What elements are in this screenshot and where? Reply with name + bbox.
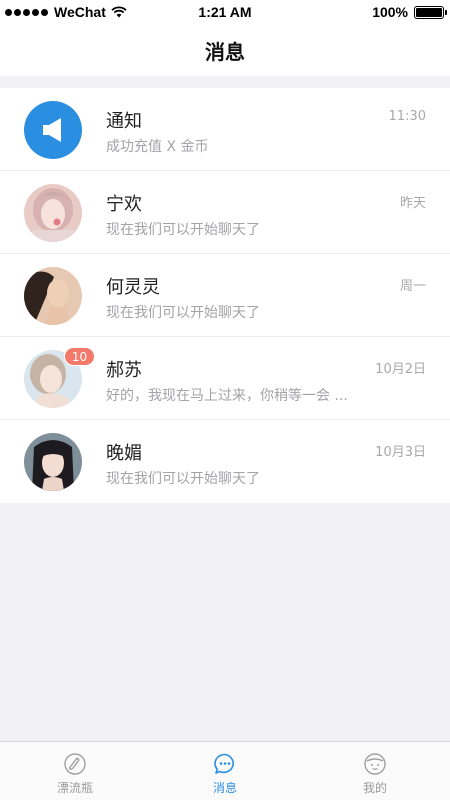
nav-bar: 消息 bbox=[0, 24, 450, 76]
profile-face-icon bbox=[364, 753, 386, 775]
tab-label: 我的 bbox=[362, 781, 387, 795]
conversation-row[interactable]: 何灵灵 现在我们可以开始聊天了 周一 bbox=[0, 254, 450, 337]
conversation-name: 晚媚 bbox=[106, 443, 142, 464]
tab-label: 漂流瓶 bbox=[56, 781, 93, 795]
tab-drift-bottle[interactable]: 漂流瓶 bbox=[0, 742, 150, 800]
conversation-preview: 现在我们可以开始聊天了 bbox=[106, 471, 260, 487]
chat-bubble-icon bbox=[214, 753, 234, 774]
conversation-time: 10月3日 bbox=[375, 445, 426, 460]
avatar bbox=[24, 267, 82, 325]
page-title: 消息 bbox=[205, 39, 245, 64]
conversation-time: 昨天 bbox=[399, 196, 426, 211]
tab-me[interactable]: 我的 bbox=[300, 742, 450, 800]
conversation-name: 郝苏 bbox=[106, 360, 142, 381]
battery-percent: 100% bbox=[372, 4, 408, 20]
bottle-icon bbox=[64, 753, 86, 775]
avatar bbox=[24, 433, 82, 491]
conversation-preview: 现在我们可以开始聊天了 bbox=[106, 222, 260, 238]
conversation-row[interactable]: 宁欢 现在我们可以开始聊天了 昨天 bbox=[0, 171, 450, 254]
conversation-preview: 现在我们可以开始聊天了 bbox=[106, 305, 260, 321]
conversation-time: 周一 bbox=[399, 279, 426, 294]
conversation-row[interactable]: 晚媚 现在我们可以开始聊天了 10月3日 bbox=[0, 420, 450, 503]
status-right: 100% bbox=[372, 4, 447, 20]
conversation-row-notice[interactable]: 通知 成功充值 X 金币 11:30 bbox=[0, 88, 450, 171]
battery-icon bbox=[414, 5, 447, 19]
status-bar: WeChat 1:21 AM 100% bbox=[0, 0, 450, 24]
conversation-name: 通知 bbox=[106, 111, 142, 132]
tab-messages[interactable]: 消息 bbox=[150, 742, 300, 800]
conversation-list: 通知 成功充值 X 金币 11:30 宁欢 现在我们可以开始聊天了 昨天 何灵灵… bbox=[0, 88, 450, 503]
speaker-icon bbox=[24, 101, 82, 159]
conversation-preview: 好的，我现在马上过来，你稍等一会 ... bbox=[106, 388, 348, 404]
avatar bbox=[24, 184, 82, 242]
tab-label: 消息 bbox=[212, 781, 237, 795]
conversation-name: 何灵灵 bbox=[106, 277, 160, 298]
tab-bar: 漂流瓶 消息 我的 bbox=[0, 741, 450, 800]
conversation-name: 宁欢 bbox=[106, 194, 142, 215]
conversation-preview: 成功充值 X 金币 bbox=[106, 139, 209, 155]
conversation-time: 10月2日 bbox=[375, 362, 426, 377]
conversation-time: 11:30 bbox=[388, 109, 426, 124]
unread-badge: 10 bbox=[64, 347, 95, 366]
conversation-row[interactable]: 10 郝苏 好的，我现在马上过来，你稍等一会 ... 10月2日 bbox=[0, 337, 450, 420]
